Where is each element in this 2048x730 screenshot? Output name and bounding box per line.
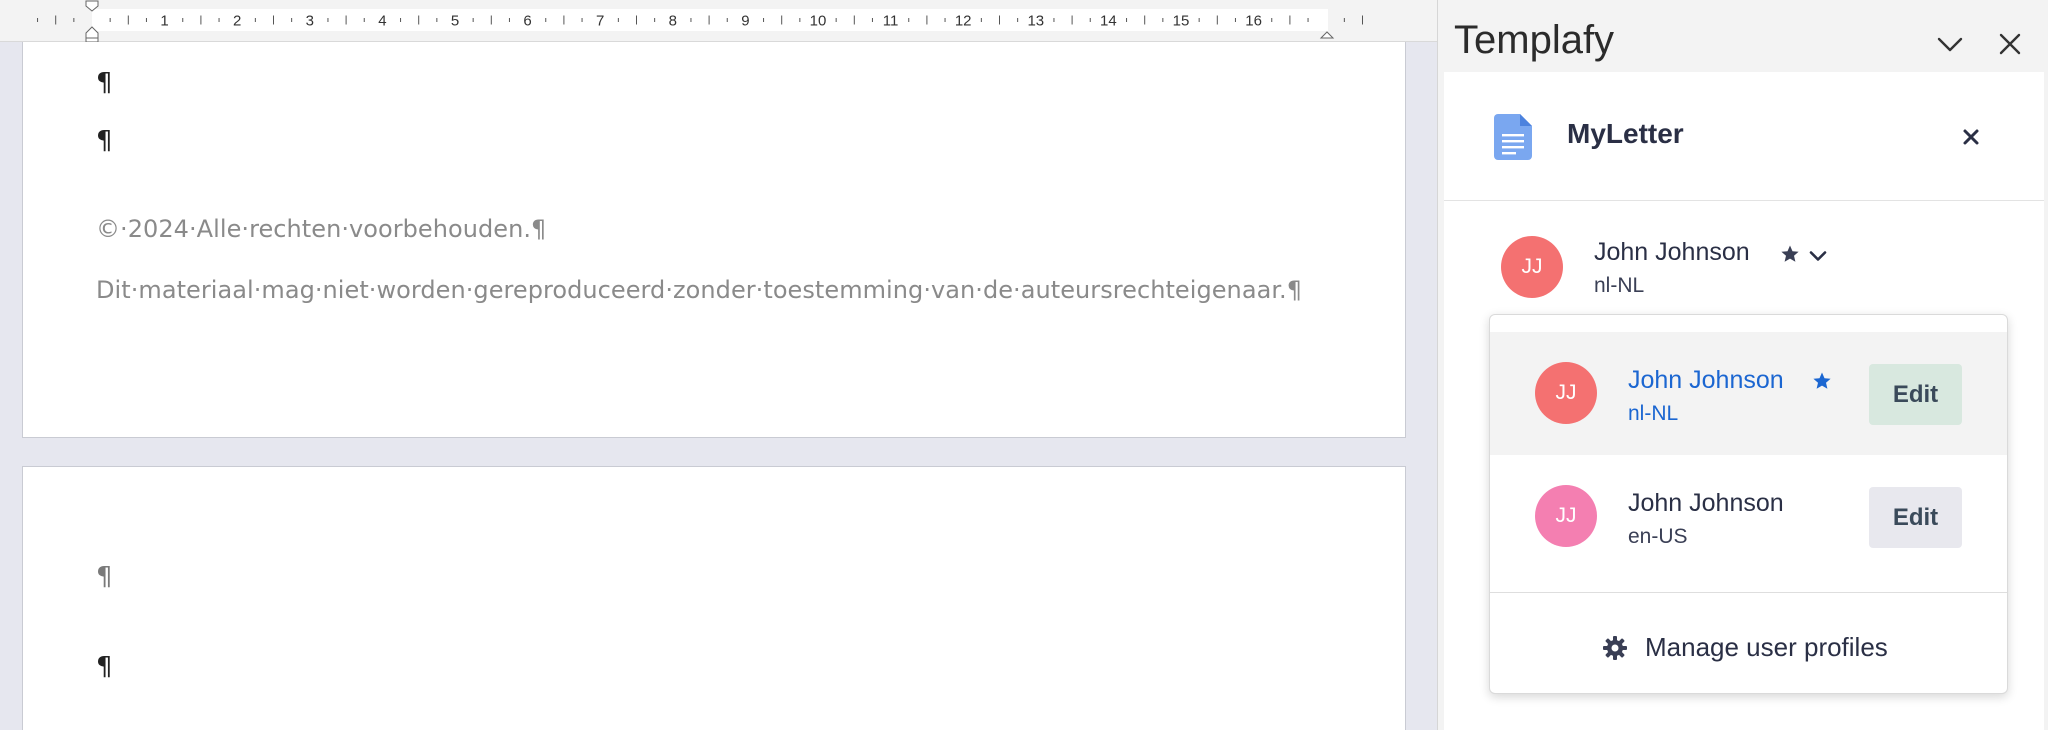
avatar: JJ	[1535, 485, 1597, 547]
ruler-number: 8	[669, 13, 677, 30]
ruler-number: 13	[1027, 13, 1044, 30]
chevron-down-icon[interactable]	[1932, 26, 1968, 62]
close-icon[interactable]	[1992, 26, 2028, 62]
ruler-number: 4	[378, 13, 386, 30]
pane-title: Templafy	[1454, 18, 1615, 62]
ruler-number: 1	[160, 13, 168, 30]
paragraph-mark: ¶	[96, 68, 113, 98]
profile-option-locale: nl-NL	[1628, 402, 1679, 425]
current-profile-name: John Johnson	[1594, 238, 1750, 266]
document-name: MyLetter	[1567, 118, 1684, 149]
ruler-number: 3	[306, 13, 314, 30]
profile-option-name: John Johnson	[1628, 366, 1784, 394]
avatar: JJ	[1501, 236, 1563, 298]
profile-dropdown: JJ John Johnson nl-NL Edit JJ John Johns…	[1489, 314, 2008, 694]
ruler-number: 6	[523, 13, 531, 30]
profile-option[interactable]: JJ John Johnson en-US Edit	[1490, 455, 2007, 578]
close-icon[interactable]	[1958, 124, 1984, 150]
edit-profile-button[interactable]: Edit	[1869, 487, 1962, 548]
chevron-down-icon[interactable]	[1808, 246, 1828, 266]
avatar: JJ	[1535, 362, 1597, 424]
document-header: MyLetter	[1444, 72, 2044, 201]
horizontal-ruler[interactable]: 1 2 3 4 5 6 7 8 9 10 11 12 13 14 15 16	[0, 0, 1437, 42]
paragraph-mark: ¶	[96, 126, 113, 156]
document-page-2[interactable]: ¶ ¶	[22, 466, 1406, 730]
ruler-number: 9	[741, 13, 749, 30]
star-icon	[1813, 372, 1831, 389]
copyright-line[interactable]: ©·2024·Alle·rechten·voorbehouden.¶	[96, 215, 546, 243]
gear-icon	[1603, 636, 1627, 660]
document-icon	[1494, 114, 1532, 160]
ruler-number: 11	[883, 13, 899, 30]
profile-option-name: John Johnson	[1628, 489, 1784, 517]
paragraph-mark: ¶	[96, 652, 113, 682]
ruler-number: 16	[1245, 13, 1262, 30]
ruler-number: 7	[596, 13, 604, 30]
document-page-1[interactable]: ¶ ¶ ©·2024·Alle·rechten·voorbehouden.¶ D…	[22, 42, 1406, 438]
profile-option-locale: en-US	[1628, 525, 1688, 548]
current-profile-selector[interactable]: JJ John Johnson nl-NL	[1444, 224, 2044, 310]
paragraph-mark: ¶	[96, 562, 113, 592]
ruler-scale: 1 2 3 4 5 6 7 8 9 10 11 12 13 14 15 16	[37, 0, 1363, 42]
ruler-number: 2	[233, 13, 241, 30]
star-icon	[1781, 245, 1799, 262]
ruler-number: 10	[810, 13, 827, 30]
ruler-number: 14	[1100, 13, 1117, 30]
edit-profile-button[interactable]: Edit	[1869, 364, 1962, 425]
current-profile-locale: nl-NL	[1594, 274, 1645, 297]
ruler-number: 15	[1173, 13, 1190, 30]
document-area: 1 2 3 4 5 6 7 8 9 10 11 12 13 14 15 16 ¶ ¶ ©·2024·Alle·…	[0, 0, 1437, 730]
right-indent-marker[interactable]	[1319, 31, 1335, 39]
ruler-number: 5	[451, 13, 459, 30]
ruler-number: 12	[955, 13, 972, 30]
manage-user-profiles-label: Manage user profiles	[1645, 632, 1888, 662]
notice-line[interactable]: Dit·materiaal·mag·niet·worden·gereproduc…	[96, 276, 1302, 304]
manage-user-profiles-button[interactable]: Manage user profiles	[1490, 593, 2007, 693]
profile-option[interactable]: JJ John Johnson nl-NL Edit	[1490, 332, 2007, 455]
